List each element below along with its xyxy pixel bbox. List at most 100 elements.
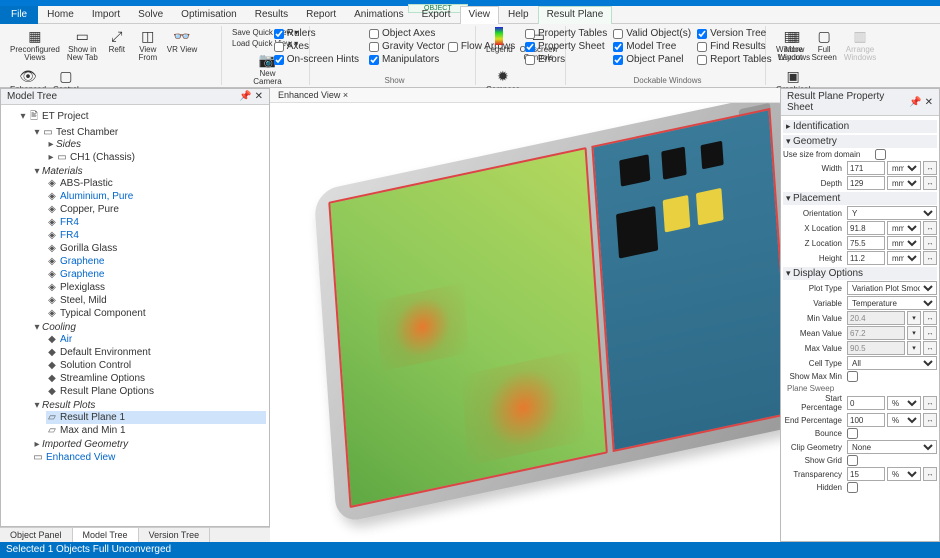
nudge-button[interactable]: ↔ xyxy=(923,311,937,325)
tree-node-cooling-item[interactable]: Streamline Options xyxy=(60,373,145,384)
model-tree-checkbox[interactable]: Model Tree xyxy=(613,41,691,52)
tree-node-ch1[interactable]: CH1 (Chassis) xyxy=(70,152,135,163)
unit-select[interactable]: % xyxy=(887,413,921,427)
tab-result-plane[interactable]: Result Plane xyxy=(538,6,613,24)
show-grid-checkbox[interactable] xyxy=(847,455,858,466)
tree-node-imported-geometry[interactable]: Imported Geometry xyxy=(42,439,128,450)
group-identification[interactable]: ▸ Identification xyxy=(783,120,937,133)
group-placement[interactable]: ▾ Placement xyxy=(783,192,937,205)
tree-node-sides[interactable]: Sides xyxy=(56,139,81,150)
close-icon[interactable]: ✕ xyxy=(255,91,263,102)
clip-geometry-select[interactable]: None xyxy=(847,440,937,454)
tree-node-result-plots[interactable]: Result Plots xyxy=(42,400,95,411)
tab-view[interactable]: View xyxy=(460,6,500,24)
legend-button[interactable]: Legend xyxy=(484,26,515,55)
depth-unit[interactable]: mm xyxy=(887,176,921,190)
end-percentage-input[interactable] xyxy=(847,413,885,427)
pin-icon[interactable]: 📌 xyxy=(909,97,921,108)
tab-file[interactable]: File xyxy=(0,6,38,24)
group-geometry[interactable]: ▾ Geometry xyxy=(783,135,937,148)
tree-node-material[interactable]: Gorilla Glass xyxy=(60,243,117,254)
tab-home[interactable]: Home xyxy=(38,6,83,24)
tree-node-cooling-item[interactable]: Air xyxy=(60,334,72,345)
tab-optimisation[interactable]: Optimisation xyxy=(172,6,246,24)
vr-view-button[interactable]: 👓VR View xyxy=(165,26,200,55)
tree-node-material[interactable]: Graphene xyxy=(60,256,104,267)
bottom-tab-model-tree[interactable]: Model Tree xyxy=(73,528,139,542)
xlocation-input[interactable] xyxy=(847,221,885,235)
pin-icon[interactable]: 📌 xyxy=(239,91,251,102)
tree-node-test-chamber[interactable]: Test Chamber xyxy=(56,127,118,138)
use-size-checkbox[interactable] xyxy=(875,149,886,160)
action-button[interactable]: ▾ xyxy=(907,326,921,340)
group-display-options[interactable]: ▾ Display Options xyxy=(783,267,937,280)
tree-node-material[interactable]: Graphene xyxy=(60,269,104,280)
tab-report[interactable]: Report xyxy=(297,6,345,24)
action-button[interactable]: ▾ xyxy=(907,341,921,355)
show-in-new-tab-button[interactable]: ▭Show in New Tab xyxy=(65,26,100,63)
tree-node-material[interactable]: Steel, Mild xyxy=(60,295,107,306)
tree-node-cooling[interactable]: Cooling xyxy=(42,322,76,333)
refit-button[interactable]: ⤢Refit xyxy=(103,26,131,55)
tree-node-material[interactable]: Plexiglass xyxy=(60,282,105,293)
nudge-button[interactable]: ↔ xyxy=(923,413,937,427)
errors-checkbox[interactable]: Errors xyxy=(525,54,607,65)
tree-node-material[interactable]: Aluminium, Pure xyxy=(60,191,133,202)
tree-node-material[interactable]: FR4 xyxy=(60,230,79,241)
unit-select[interactable]: mm xyxy=(887,236,921,250)
nudge-button[interactable]: ↔ xyxy=(923,236,937,250)
nudge-button[interactable]: ↔ xyxy=(923,251,937,265)
window-layout-button[interactable]: ▤Window Layout xyxy=(774,26,806,63)
nudge-button[interactable]: ↔ xyxy=(923,396,937,410)
valid-objects-checkbox[interactable]: Valid Object(s) xyxy=(613,28,691,39)
show-max-min-checkbox[interactable] xyxy=(847,371,858,382)
viewport-tab[interactable]: Enhanced View × xyxy=(270,88,780,103)
nudge-button[interactable]: ↔ xyxy=(923,221,937,235)
height-input[interactable] xyxy=(847,251,885,265)
tree-node-material[interactable]: Copper, Pure xyxy=(60,204,119,215)
viewport[interactable] xyxy=(270,103,780,542)
plot-type-select[interactable]: Variation Plot Smooth xyxy=(847,281,937,295)
tab-results[interactable]: Results xyxy=(246,6,297,24)
nudge-button[interactable]: ↔ xyxy=(923,467,937,481)
close-icon[interactable]: ✕ xyxy=(925,97,933,108)
start-percentage-input[interactable] xyxy=(847,396,885,410)
tab-help[interactable]: Help xyxy=(499,6,538,24)
width-input[interactable] xyxy=(847,161,885,175)
flow-arrows-checkbox[interactable] xyxy=(448,42,458,52)
onscreen-hints-checkbox[interactable]: On-screen Hints xyxy=(274,54,359,65)
unit-select[interactable]: % xyxy=(887,467,921,481)
property-tables-checkbox[interactable]: Property Tables xyxy=(525,28,607,39)
zlocation-input[interactable] xyxy=(847,236,885,250)
report-tables-checkbox[interactable]: Report Tables xyxy=(697,54,772,65)
preconfigured-views-button[interactable]: ▦Preconfigured Views xyxy=(8,26,62,63)
orientation-select[interactable]: Y xyxy=(847,206,937,220)
nudge-button[interactable]: ↔ xyxy=(923,176,937,190)
tree-node-material[interactable]: Typical Component xyxy=(60,308,146,319)
object-panel-checkbox[interactable]: Object Panel xyxy=(613,54,691,65)
tree-node-project[interactable]: ET Project xyxy=(42,111,89,122)
bottom-tab-object-panel[interactable]: Object Panel xyxy=(0,528,73,542)
unit-select[interactable]: mm xyxy=(887,221,921,235)
tree-node-material[interactable]: FR4 xyxy=(60,217,79,228)
tree-node-result-plane-1[interactable]: Result Plane 1 xyxy=(60,412,125,423)
tree-node-cooling-item[interactable]: Default Environment xyxy=(60,347,151,358)
axes-checkbox[interactable]: Axes xyxy=(274,41,359,52)
view-from-button[interactable]: ◫View From xyxy=(134,26,162,63)
transparency-input[interactable] xyxy=(847,467,885,481)
action-button[interactable]: ▾ xyxy=(907,311,921,325)
nudge-button[interactable]: ↔ xyxy=(923,326,937,340)
property-sheet-checkbox[interactable]: Property Sheet xyxy=(525,41,607,52)
bounce-checkbox[interactable] xyxy=(847,428,858,439)
find-results-checkbox[interactable]: Find Results xyxy=(697,41,772,52)
variable-select[interactable]: Temperature xyxy=(847,296,937,310)
hidden-checkbox[interactable] xyxy=(847,482,858,493)
unit-select[interactable]: % xyxy=(887,396,921,410)
rulers-checkbox[interactable]: Rulers xyxy=(274,28,359,39)
unit-select[interactable]: mm xyxy=(887,251,921,265)
nudge-button[interactable]: ↔ xyxy=(923,161,937,175)
tree-node-max-min-1[interactable]: Max and Min 1 xyxy=(60,425,126,436)
tab-import[interactable]: Import xyxy=(83,6,129,24)
version-tree-checkbox[interactable]: Version Tree xyxy=(697,28,772,39)
depth-input[interactable] xyxy=(847,176,885,190)
